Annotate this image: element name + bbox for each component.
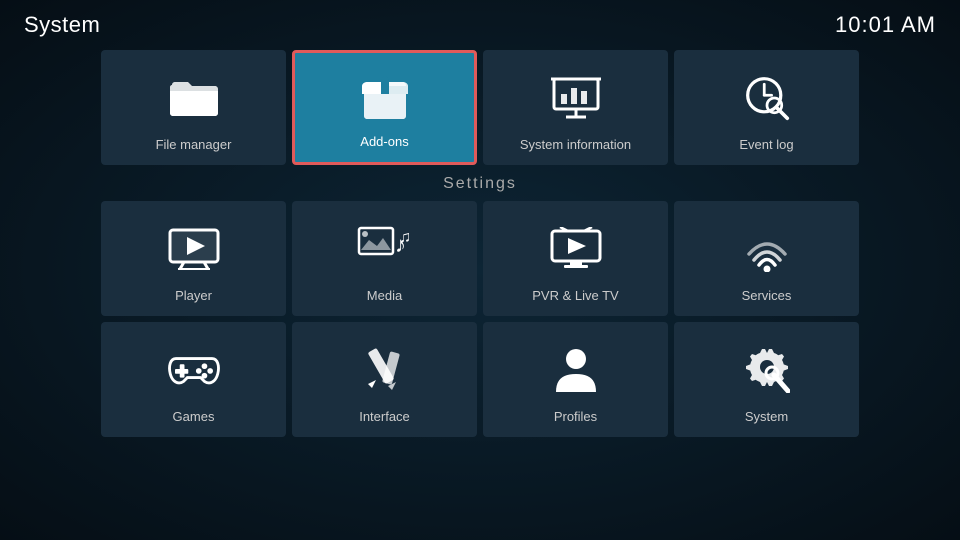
interface-label: Interface (359, 409, 410, 425)
profiles-item[interactable]: Profiles (483, 322, 668, 437)
system-information-label: System information (520, 137, 631, 153)
settings-section-title: Settings (0, 175, 960, 193)
file-manager-label: File manager (156, 137, 232, 153)
settings-row-2: Games Interface (60, 322, 900, 437)
interface-icon (362, 346, 408, 394)
add-ons-label: Add-ons (360, 134, 408, 150)
top-row: File manager (0, 50, 960, 165)
header: System 10:01 AM (0, 0, 960, 46)
event-log-label: Event log (739, 137, 793, 153)
event-log-icon-area (674, 64, 859, 131)
pvr-icon (550, 227, 602, 271)
clock: 10:01 AM (835, 12, 936, 38)
services-label: Services (742, 288, 792, 304)
player-label: Player (175, 288, 212, 304)
system-label: System (745, 409, 788, 425)
media-label: Media (367, 288, 402, 304)
profiles-icon-area (483, 336, 668, 403)
services-icon-area (674, 215, 859, 282)
profile-icon (554, 346, 598, 394)
player-item[interactable]: Player (101, 201, 286, 316)
settings-grid: Player ♪ ♫ (0, 201, 960, 437)
file-manager-item[interactable]: File manager (101, 50, 286, 165)
box-icon (359, 72, 411, 124)
pvr-live-tv-label: PVR & Live TV (532, 288, 618, 304)
media-icon-area: ♪ ♫ (292, 215, 477, 282)
system-icon-area (674, 336, 859, 403)
system-item[interactable]: System (674, 322, 859, 437)
chart-icon (551, 76, 601, 120)
page-title: System (24, 12, 100, 38)
services-icon (744, 226, 790, 272)
profiles-label: Profiles (554, 409, 597, 425)
player-icon-area (101, 215, 286, 282)
gear-icon (744, 347, 790, 393)
event-log-item[interactable]: Event log (674, 50, 859, 165)
folder-icon (168, 77, 220, 119)
add-ons-item[interactable]: Add-ons (292, 50, 477, 165)
file-manager-icon-area (101, 64, 286, 131)
player-icon (168, 228, 220, 270)
svg-text:♫: ♫ (399, 229, 411, 246)
clock-magnifier-icon (744, 75, 790, 121)
system-information-item[interactable]: System information (483, 50, 668, 165)
system-information-icon-area (483, 64, 668, 131)
main-page: System 10:01 AM File manager (0, 0, 960, 540)
media-item[interactable]: ♪ ♫ Media (292, 201, 477, 316)
games-item[interactable]: Games (101, 322, 286, 437)
settings-row-1: Player ♪ ♫ (60, 201, 900, 316)
interface-icon-area (292, 336, 477, 403)
add-ons-icon-area (295, 67, 474, 128)
services-item[interactable]: Services (674, 201, 859, 316)
games-icon-area (101, 336, 286, 403)
media-icon: ♪ ♫ (357, 226, 413, 272)
pvr-live-tv-item[interactable]: PVR & Live TV (483, 201, 668, 316)
gamepad-icon (168, 351, 220, 389)
games-label: Games (173, 409, 215, 425)
pvr-icon-area (483, 215, 668, 282)
interface-item[interactable]: Interface (292, 322, 477, 437)
